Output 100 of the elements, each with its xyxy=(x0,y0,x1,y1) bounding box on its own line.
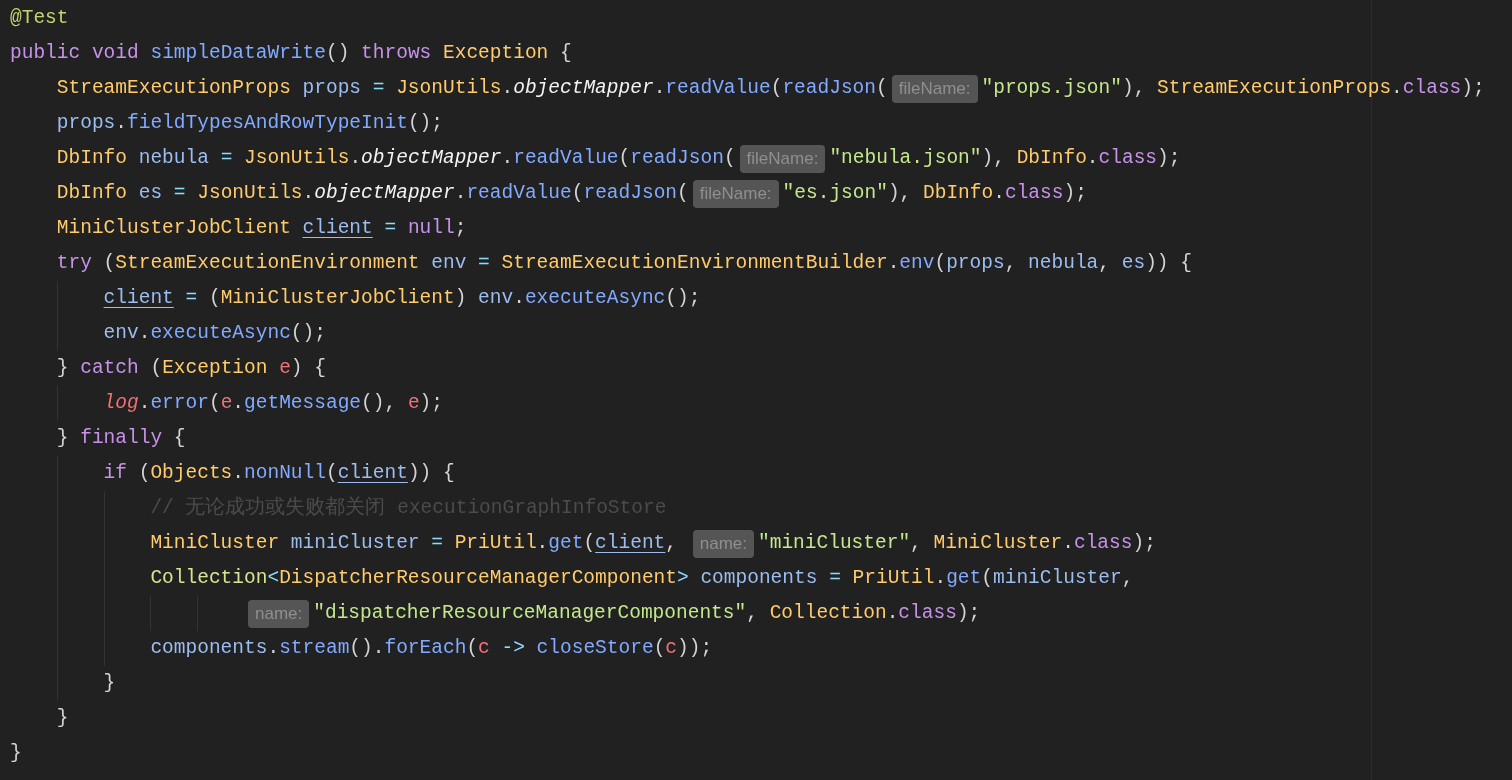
code-token: Objects xyxy=(150,461,233,486)
code-token: components xyxy=(150,636,268,661)
code-token: class xyxy=(1402,76,1462,101)
code-token: client xyxy=(302,216,373,241)
code-token: , xyxy=(910,531,923,556)
code-token: MiniCluster xyxy=(933,531,1063,556)
code-token: class xyxy=(1073,531,1133,556)
code-token: . xyxy=(887,251,900,276)
code-token: env xyxy=(103,321,139,346)
code-token: props xyxy=(302,76,363,101)
code-token: simpleDataWrite xyxy=(150,41,326,66)
code-token: error xyxy=(150,391,209,416)
code-token: . xyxy=(115,111,127,136)
code-token: @Test xyxy=(10,6,69,31)
code-token: ( xyxy=(934,251,947,276)
code-token: . xyxy=(1086,146,1099,171)
code-token: DbInfo xyxy=(56,146,128,171)
code-token: . xyxy=(302,181,315,206)
code-token: ); xyxy=(1461,76,1485,101)
code-token: MiniCluster xyxy=(150,531,281,556)
code-token: (). xyxy=(349,636,385,661)
parameter-hint: name: xyxy=(692,529,754,558)
code-token: ( xyxy=(103,251,116,276)
code-token: { xyxy=(173,426,186,451)
code-token: . xyxy=(138,321,151,346)
parameter-hint: fileName: xyxy=(739,144,826,173)
code-token: ( xyxy=(150,356,163,381)
code-token: readJson xyxy=(630,146,724,171)
code-token: log xyxy=(103,391,139,416)
code-token: ) xyxy=(454,286,468,311)
code-token: JsonUtils xyxy=(244,146,350,171)
code-token: "miniCluster" xyxy=(758,531,911,556)
code-token: < xyxy=(267,566,280,591)
code-token: . xyxy=(501,76,514,101)
code-token: -> xyxy=(501,636,526,661)
code-token: ), xyxy=(981,146,1006,171)
code-token: DbInfo xyxy=(923,181,994,206)
code-token: props xyxy=(56,111,116,136)
code-token: MiniClusterJobClient xyxy=(56,216,292,241)
code-token: . xyxy=(267,636,280,661)
code-token: ( xyxy=(723,146,736,171)
code-token: . xyxy=(536,531,549,556)
code-token: . xyxy=(454,181,467,206)
code-token: nonNull xyxy=(244,461,326,486)
code-token: . xyxy=(993,181,1005,206)
code-token: env xyxy=(478,286,514,311)
code-token: = xyxy=(184,286,199,311)
code-token: ), xyxy=(887,181,913,206)
code-token: ( xyxy=(653,636,666,661)
code-token: e xyxy=(279,356,291,381)
code-token: . xyxy=(653,76,666,101)
code-token: forEach xyxy=(384,636,467,661)
code-token: public void xyxy=(10,41,140,66)
code-token: executeAsync xyxy=(524,286,666,311)
code-token: = xyxy=(372,76,386,101)
code-token: . xyxy=(501,146,514,171)
code-token: ( xyxy=(138,461,151,486)
code-token: c xyxy=(478,636,491,661)
code-token: closeStore xyxy=(536,636,654,661)
code-token: Collection xyxy=(769,601,887,626)
code-token: . xyxy=(349,146,362,171)
code-token: StreamExecutionEnvironmentBuilder xyxy=(501,251,888,276)
code-token: class xyxy=(1004,181,1064,206)
code-token: "props.json" xyxy=(981,76,1122,101)
code-token: ); xyxy=(956,601,981,626)
code-token: . xyxy=(1062,531,1074,556)
code-token: finally xyxy=(80,426,164,451)
code-token: ); xyxy=(1063,181,1087,206)
code-token: = xyxy=(829,566,842,591)
code-token: MiniClusterJobClient xyxy=(220,286,455,311)
code-token: (); xyxy=(407,111,443,136)
code-token: JsonUtils xyxy=(197,181,303,206)
code-token: ( xyxy=(583,531,596,556)
code-token: } xyxy=(56,356,70,381)
code-token: , xyxy=(1004,251,1018,276)
code-token: get xyxy=(946,566,982,591)
code-token: DbInfo xyxy=(1016,146,1087,171)
code-token: = xyxy=(478,251,491,276)
code-token: ( xyxy=(981,566,993,591)
code-token: } xyxy=(10,741,22,766)
code-token: fieldTypesAndRowTypeInit xyxy=(127,111,408,136)
code-token: class xyxy=(898,601,957,626)
code-token: e xyxy=(220,391,233,416)
code-token: es xyxy=(138,181,164,206)
code-token: c xyxy=(665,636,678,661)
code-token: } xyxy=(56,426,70,451)
code-token: , xyxy=(746,601,759,626)
code-token: readValue xyxy=(665,76,771,101)
code-token: ( xyxy=(876,76,888,101)
code-token: ( xyxy=(571,181,584,206)
parameter-hint: fileName: xyxy=(891,74,978,103)
code-token: , xyxy=(1098,251,1111,276)
code-token: (); xyxy=(290,321,326,346)
code-token: readValue xyxy=(513,146,619,171)
code-token: Collection xyxy=(150,566,268,591)
code-token: e xyxy=(407,391,420,416)
code-token: , xyxy=(665,531,679,556)
code-token: , xyxy=(1121,566,1134,591)
code-token: client xyxy=(595,531,666,556)
code-token: . xyxy=(138,391,151,416)
